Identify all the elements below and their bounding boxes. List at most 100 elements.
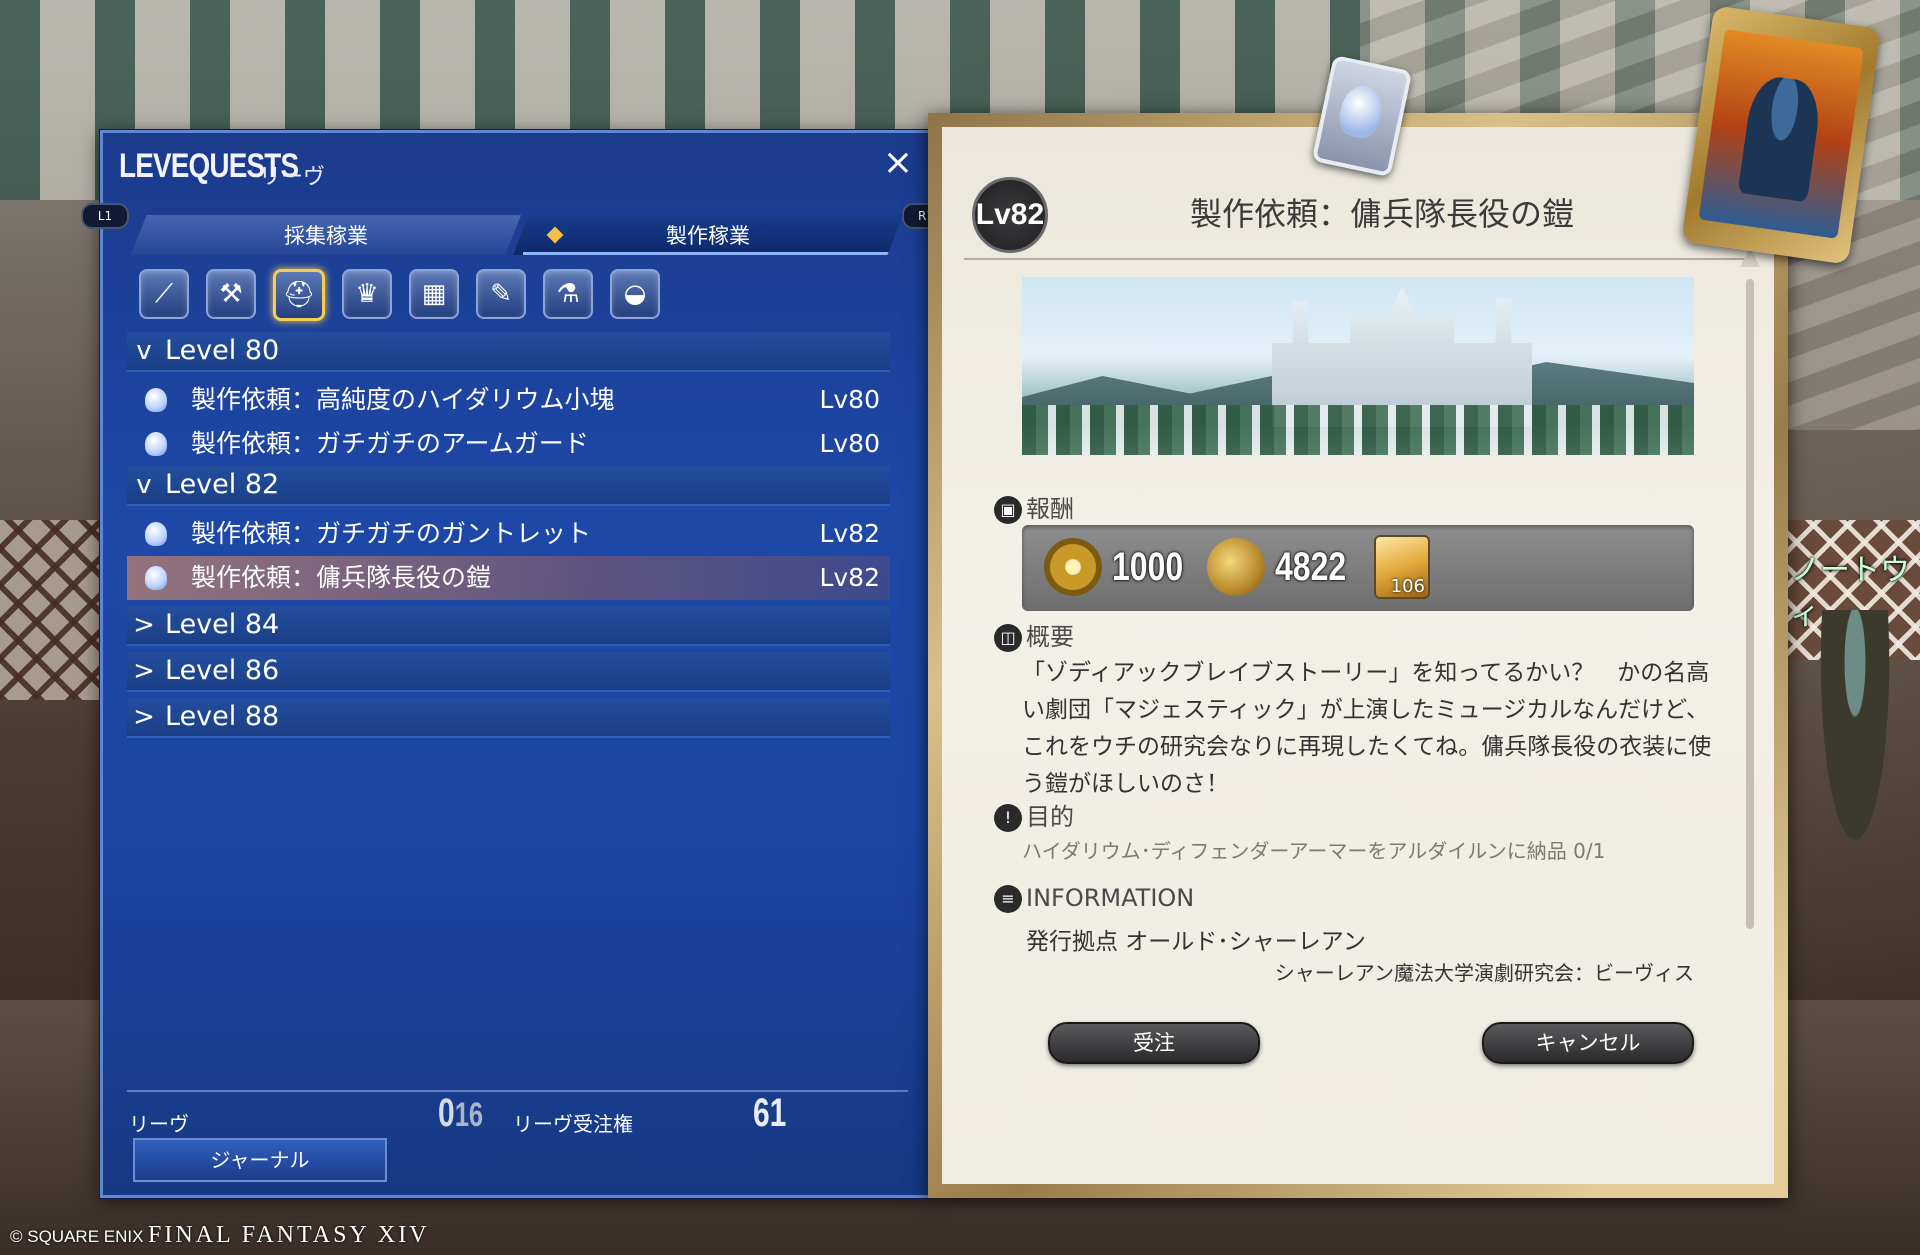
level-group-label: Level 88 [165,701,280,732]
gil-coin-icon [1207,538,1265,596]
leve-count-total: 16 [454,1096,484,1134]
leve-location-image [1022,277,1694,455]
level-group-80[interactable]: v Level 80 [127,332,890,372]
leatherworker-icon[interactable]: ▦ [409,269,459,319]
allowance-value: 61 [753,1091,787,1135]
info-client: シャーレアン魔法大学演劇研究会：ビーヴィス [1274,961,1694,985]
quest-name: 製作依頼：ガチガチのガントレット [191,519,592,548]
objective-text: ハイダリウム･ディフェンダーアーマーをアルダイルンに納品 0/1 [1022,839,1606,863]
level-group-82[interactable]: v Level 82 [127,466,890,506]
chevron-down-icon: v [136,470,152,500]
leve-title: 製作依頼：傭兵隊長役の鎧 [1189,195,1574,233]
exclamation-icon: ! [994,804,1022,832]
chevron-right-icon: > [133,656,155,686]
background-npc[interactable] [1815,610,1895,870]
chevron-right-icon: > [133,610,155,640]
armorer-leve-icon [145,566,167,590]
alchemist-icon[interactable]: ⚗ [543,269,593,319]
level-badge: Lv82 [972,177,1048,253]
levequest-window: LEVEQUESTS リーヴ × L1 R1 採集稼業 製作稼業 ⟋ ⚒ ⛑ ♛… [81,130,950,1198]
crystal-icon: 106 [1374,535,1430,599]
reward-gil[interactable]: 4822 [1207,537,1364,597]
chevron-down-icon: v [136,336,152,366]
tab-gathering-label: 採集稼業 [284,224,368,248]
level-group-84[interactable]: > Level 84 [127,606,890,646]
copyright-text: © SQUARE ENIX [10,1227,144,1246]
book-icon: ◫ [994,624,1022,652]
summary-heading: ◫ 概要 [994,617,1074,652]
culinarian-icon[interactable]: ◒ [610,269,660,319]
quest-level: Lv80 [819,429,880,458]
npc-portrait-card [1681,5,1881,265]
level-group-88[interactable]: > Level 88 [127,698,890,738]
blacksmith-icon[interactable]: ⚒ [206,269,256,319]
reward-gil-value: 4822 [1275,544,1347,589]
quest-row[interactable]: 製作依頼：高純度のハイダリウム小塊 Lv80 [127,378,890,422]
title-divider [964,258,1752,260]
level-group-label: Level 80 [165,335,280,366]
objective-heading-label: 目的 [1026,803,1074,831]
cancel-button[interactable]: キャンセル [1482,1022,1694,1064]
summary-text: 「ゾディアックブレイブストーリー」を知ってるかい？ かの名高い劇団「マジェスティ… [1022,660,1712,797]
armorer-leve-icon [145,522,167,546]
tab-indicator-icon [546,226,564,244]
document-icon: ≡ [994,885,1022,913]
tab-crafting[interactable]: 製作稼業 [513,215,903,255]
carpenter-icon[interactable]: ⟋ [139,269,189,319]
footer-divider [127,1090,908,1092]
objective-heading: ! 目的 [994,797,1074,832]
reward-box: 1000 4822 106 [1022,525,1694,611]
reward-heading-label: 報酬 [1026,495,1074,523]
reward-icon: ▣ [994,496,1022,524]
npc-nameplate: ノートウィ [1790,553,1910,632]
weaver-icon[interactable]: ✎ [476,269,526,319]
quest-name: 製作依頼：ガチガチのアームガード [191,429,589,458]
reward-crystal-count: 106 [1390,576,1425,597]
tab-bar: 採集稼業 製作稼業 [131,215,903,257]
quest-name: 製作依頼：傭兵隊長役の鎧 [191,563,492,592]
quest-row[interactable]: 製作依頼：ガチガチのアームガード Lv80 [127,422,890,466]
quest-level: Lv82 [819,519,880,548]
chevron-right-icon: > [133,702,155,732]
info-location: 発行拠点 オールド･シャーレアン [1026,929,1366,955]
info-heading-label: INFORMATION [1026,884,1195,912]
close-button[interactable]: × [880,145,916,181]
grand-company-seal-icon [1044,538,1102,596]
level-group-label: Level 82 [165,469,280,500]
goldsmith-icon[interactable]: ♛ [342,269,392,319]
window-subtitle: リーヴ [259,165,326,190]
quest-name: 製作依頼：高純度のハイダリウム小塊 [191,385,615,414]
quest-level: Lv80 [819,385,880,414]
quest-row-selected[interactable]: 製作依頼：傭兵隊長役の鎧 Lv82 [127,556,890,600]
class-filter: ⟋ ⚒ ⛑ ♛ ▦ ✎ ⚗ ◒ [139,269,660,321]
summary-heading-label: 概要 [1026,623,1074,651]
armorer-leve-icon [145,388,167,412]
scrollbar[interactable] [1746,279,1754,929]
level-group-label: Level 84 [165,609,280,640]
quest-row[interactable]: 製作依頼：ガチガチのガントレット Lv82 [127,512,890,556]
armorer-leve-icon [145,432,167,456]
levequest-list: v Level 80 製作依頼：高純度のハイダリウム小塊 Lv80 製作依頼：ガ… [127,332,890,744]
npc-portrait [1698,29,1864,239]
leve-detail-window: Lv82 製作依頼：傭兵隊長役の鎧 ▣ 報酬 1000 4822 106 ◫ 概… [928,113,1788,1198]
info-heading: ≡ INFORMATION [994,884,1194,913]
leve-detail-parchment: Lv82 製作依頼：傭兵隊長役の鎧 ▣ 報酬 1000 4822 106 ◫ 概… [942,127,1774,1184]
reward-heading: ▣ 報酬 [994,489,1074,524]
leve-count-current: 0 [438,1091,455,1135]
journal-button[interactable]: ジャーナル [133,1138,387,1182]
image-trees [1022,405,1694,455]
reward-seals[interactable]: 1000 [1044,537,1201,597]
quest-level: Lv82 [819,563,880,592]
accept-button[interactable]: 受注 [1048,1022,1260,1064]
l1-shoulder-icon[interactable]: L1 [81,203,129,229]
level-group-86[interactable]: > Level 86 [127,652,890,692]
allowance-label: リーヴ受注権 [513,1112,633,1136]
armorer-icon[interactable]: ⛑ [273,269,325,321]
tab-crafting-label: 製作稼業 [666,224,750,248]
game-logo: FINAL FANTASY XIV [148,1222,430,1248]
reward-crystal[interactable]: 106 [1374,535,1430,599]
tab-gathering[interactable]: 採集稼業 [131,215,521,255]
leve-count-label: リーヴ [129,1112,189,1136]
reward-seals-value: 1000 [1112,544,1184,589]
leve-count: 016 [438,1091,483,1136]
